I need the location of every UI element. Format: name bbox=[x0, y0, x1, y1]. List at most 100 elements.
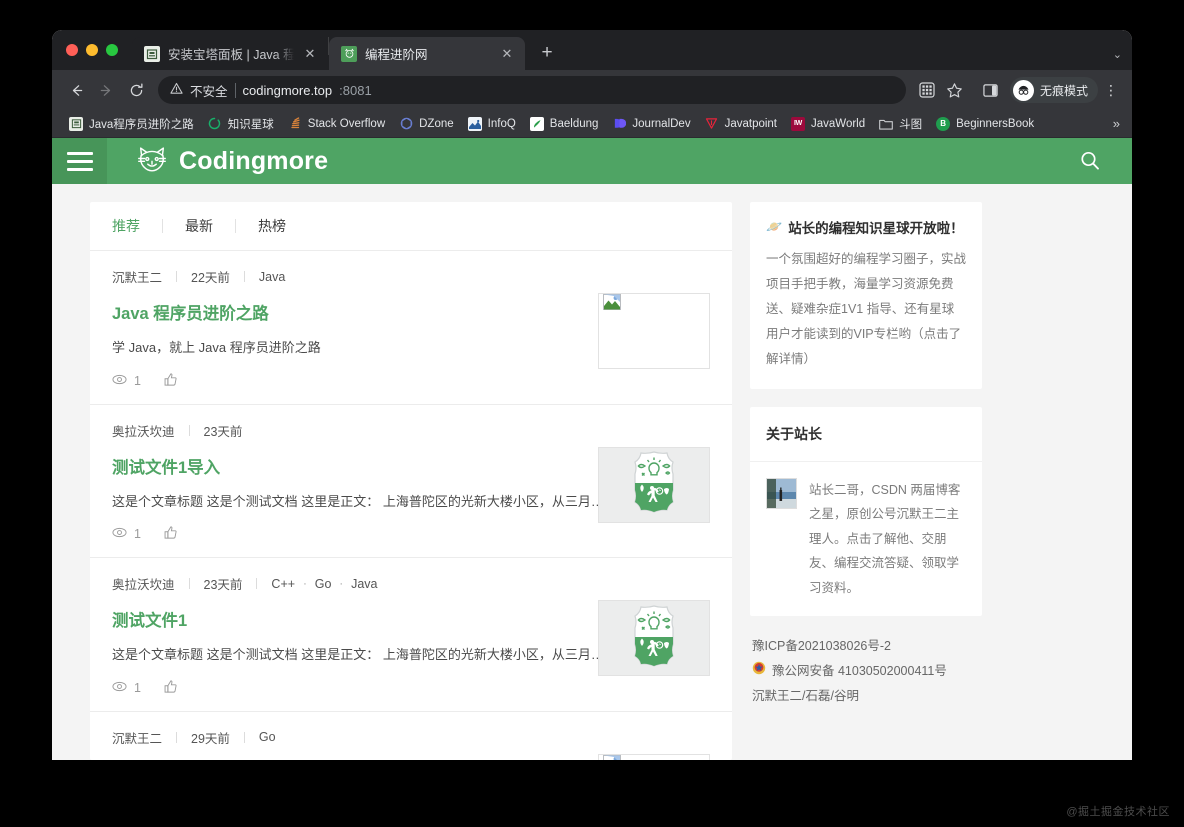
view-count: 1 bbox=[112, 373, 141, 389]
article-list-item[interactable]: 沉默王二 29天前 Go 123 123123 bbox=[90, 712, 732, 760]
dzone-icon bbox=[399, 117, 413, 131]
bookmark-label: Java程序员进阶之路 bbox=[89, 118, 194, 131]
police-record-row[interactable]: 豫公网安备 41030502000411号 bbox=[752, 659, 982, 684]
article-author[interactable]: 沉默王二 bbox=[112, 728, 176, 747]
bookmark-dzone[interactable]: DZone bbox=[392, 114, 461, 134]
javaworld-icon: IW bbox=[791, 116, 806, 131]
bookmark-label: Javatpoint bbox=[724, 117, 778, 130]
article-list-item[interactable]: 奥拉沃坎迪 23天前 测试文件1导入 这是个文章标题 这是个测试文档 这里是正文… bbox=[90, 405, 732, 558]
warning-triangle-icon bbox=[170, 82, 183, 98]
new-tab-button[interactable]: + bbox=[533, 39, 561, 67]
article-author[interactable]: 奥拉沃坎迪 bbox=[112, 421, 189, 440]
reload-button[interactable] bbox=[122, 76, 150, 104]
police-badge-icon bbox=[752, 659, 766, 684]
article-tag[interactable]: Java bbox=[351, 577, 377, 591]
site-credits[interactable]: 沉默王二/石磊/谷明 bbox=[752, 684, 982, 709]
bookmark-label: InfoQ bbox=[487, 117, 516, 130]
javatpoint-icon bbox=[705, 117, 719, 131]
incognito-label: 无痕模式 bbox=[1039, 83, 1088, 98]
article-description: 这是个文章标题 这是个测试文档 这里是正文： 上海普陀区的光新大楼小区，从三月底… bbox=[112, 493, 612, 509]
minimize-window-button[interactable] bbox=[86, 44, 98, 56]
like-button[interactable] bbox=[163, 372, 178, 390]
side-panel-icon[interactable] bbox=[978, 77, 1004, 103]
bookmarks-overflow-button[interactable]: » bbox=[1109, 116, 1124, 131]
journaldev-icon bbox=[612, 117, 626, 131]
browser-tab-2[interactable]: 编程进阶网 ✕ bbox=[329, 37, 525, 70]
about-body-row[interactable]: 站长二哥，CSDN 两届博客之星，原创公号沉默王二主理人。点击了解他、交朋友、编… bbox=[750, 462, 982, 616]
article-thumbnail bbox=[598, 753, 710, 760]
security-status-text: 不安全 bbox=[190, 84, 228, 99]
article-stats: 1 bbox=[112, 679, 710, 697]
view-count: 1 bbox=[112, 680, 141, 696]
article-tag[interactable]: C++ bbox=[271, 577, 295, 591]
star-icon[interactable] bbox=[942, 77, 968, 103]
article-tag[interactable]: Java bbox=[245, 270, 299, 284]
maximize-window-button[interactable] bbox=[106, 44, 118, 56]
article-list-item[interactable]: 沉默王二 22天前 Java Java 程序员进阶之路 学 Java，就上 Ja… bbox=[90, 251, 732, 405]
tab-recommended[interactable]: 推荐 bbox=[112, 216, 162, 236]
tag-dot: · bbox=[339, 577, 344, 590]
bookmark-label: 斗图 bbox=[899, 118, 923, 131]
bookmark-label: Baeldung bbox=[549, 117, 599, 130]
hamburger-menu-icon[interactable] bbox=[52, 138, 107, 184]
browser-tab-2-close-icon[interactable]: ✕ bbox=[499, 46, 515, 62]
sidebar: 🪐 站长的编程知识星球开放啦！ 一个氛围超好的编程学习圈子，实战项目手把手教，海… bbox=[750, 202, 982, 760]
forward-button[interactable] bbox=[92, 76, 120, 104]
promo-card[interactable]: 🪐 站长的编程知识星球开放啦！ 一个氛围超好的编程学习圈子，实战项目手把手教，海… bbox=[750, 202, 982, 389]
address-bar-port: :8081 bbox=[339, 82, 372, 98]
bookmark-infoq[interactable]: InfoQ bbox=[461, 114, 523, 134]
tab-search-chevron-down-icon[interactable]: ⌄ bbox=[1113, 48, 1122, 61]
tab-hot[interactable]: 热榜 bbox=[236, 216, 308, 236]
omnibox-divider bbox=[234, 82, 236, 98]
thumbs-up-icon bbox=[163, 372, 178, 390]
zsxq-circle-icon bbox=[208, 117, 222, 131]
bookmark-stackoverflow[interactable]: Stack Overflow bbox=[281, 114, 392, 134]
bookmark-zsxq[interactable]: 知识星球 bbox=[201, 113, 281, 135]
article-tag[interactable]: Go bbox=[315, 577, 332, 591]
brand-name: Codingmore bbox=[179, 146, 329, 175]
site-brand[interactable]: Codingmore bbox=[135, 145, 328, 177]
article-author[interactable]: 沉默王二 bbox=[112, 267, 176, 286]
incognito-spy-icon bbox=[1012, 79, 1034, 101]
infoq-icon bbox=[467, 116, 482, 131]
thumbs-up-icon bbox=[163, 679, 178, 697]
bookmark-doutu-folder[interactable]: 斗图 bbox=[872, 113, 929, 135]
bookmark-label: JavaWorld bbox=[811, 117, 866, 130]
cat-logo-icon bbox=[135, 145, 169, 177]
article-meta: 奥拉沃坎迪 23天前 C++ · Go · Java bbox=[112, 574, 710, 593]
like-button[interactable] bbox=[163, 679, 178, 697]
like-button[interactable] bbox=[163, 525, 178, 543]
site-footer: 豫ICP备2021038026号-2 豫公网安备 41030502000411号… bbox=[750, 634, 982, 709]
article-author[interactable]: 奥拉沃坎迪 bbox=[112, 574, 189, 593]
bookmark-label: JournalDev bbox=[632, 117, 691, 130]
bookmark-label: Stack Overflow bbox=[307, 117, 386, 130]
browser-menu-button[interactable]: ⋮ bbox=[1100, 82, 1122, 99]
browser-tab-1-close-icon[interactable]: ✕ bbox=[302, 46, 318, 62]
bookmark-java-road[interactable]: Java程序员进阶之路 bbox=[62, 113, 201, 135]
article-feed: 推荐 最新 热榜 沉默王二 22天前 Java Java 程序员进阶之路 学 J… bbox=[90, 202, 732, 760]
eye-icon bbox=[112, 680, 127, 696]
tab-latest[interactable]: 最新 bbox=[163, 216, 235, 236]
about-text: 站长二哥，CSDN 两届博客之星，原创公号沉默王二主理人。点击了解他、交朋友、编… bbox=[809, 483, 961, 595]
article-tag[interactable]: Go bbox=[245, 730, 290, 744]
article-stats: 1 bbox=[112, 372, 710, 390]
feed-tab-bar: 推荐 最新 热榜 bbox=[90, 202, 732, 251]
eye-icon bbox=[112, 526, 127, 542]
bookmark-beginnersbook[interactable]: B BeginnersBook bbox=[929, 114, 1041, 134]
bookmark-javatpoint[interactable]: Javatpoint bbox=[698, 114, 784, 134]
search-icon[interactable] bbox=[1078, 149, 1102, 178]
bookmark-baeldung[interactable]: Baeldung bbox=[523, 114, 606, 134]
page-content: 推荐 最新 热榜 沉默王二 22天前 Java Java 程序员进阶之路 学 J… bbox=[52, 184, 1132, 760]
incognito-mode-indicator[interactable]: 无痕模式 bbox=[1009, 77, 1098, 103]
icp-record[interactable]: 豫ICP备2021038026号-2 bbox=[752, 634, 982, 659]
broken-image-icon bbox=[603, 294, 621, 314]
browser-tab-1[interactable]: 安装宝塔面板 | Java 程序员进阶之路 ✕ bbox=[132, 37, 328, 70]
article-list-item[interactable]: 奥拉沃坎迪 23天前 C++ · Go · Java 测试文件1 这是个文章标题… bbox=[90, 558, 732, 712]
about-card: 关于站长 站长二哥，CSDN 两届博客之星，原创公号沉默王二主理人。点击了解他、… bbox=[750, 407, 982, 616]
back-button[interactable] bbox=[62, 76, 90, 104]
close-window-button[interactable] bbox=[66, 44, 78, 56]
grid-apps-icon[interactable] bbox=[914, 77, 940, 103]
bookmark-journaldev[interactable]: JournalDev bbox=[605, 114, 697, 134]
bookmark-javaworld[interactable]: IW JavaWorld bbox=[784, 114, 872, 134]
address-bar[interactable]: 不安全 codingmore.top:8081 bbox=[158, 76, 906, 104]
